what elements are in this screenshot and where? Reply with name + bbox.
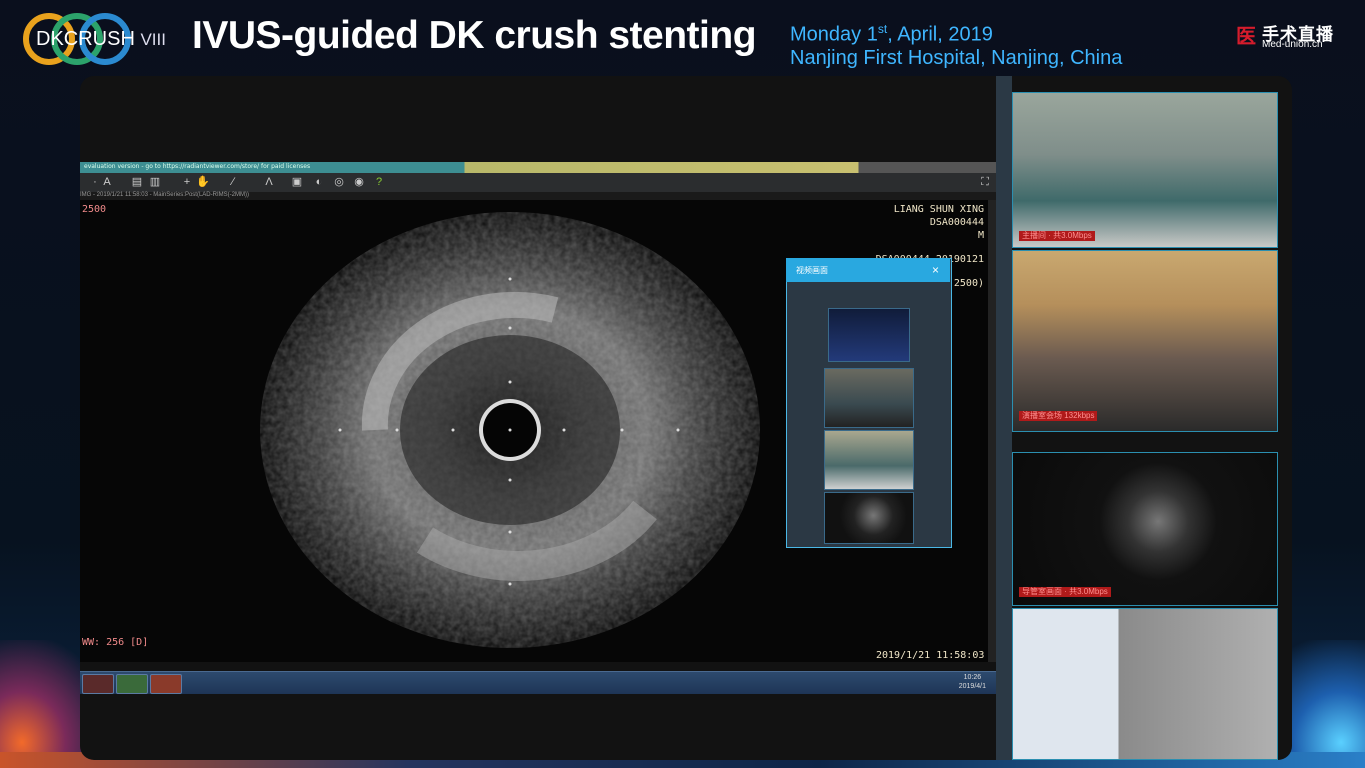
event-date: Monday 1st, April, 2019 xyxy=(790,18,1122,47)
event-date-rest: , April, 2019 xyxy=(887,23,993,46)
globe-tool-icon[interactable]: ◉ xyxy=(352,176,366,189)
close-icon[interactable]: × xyxy=(932,263,939,277)
study-number: 2500) xyxy=(953,278,984,289)
event-date-day: Monday 1 xyxy=(790,23,878,46)
measure-tool-icon[interactable]: ∕ xyxy=(226,176,240,189)
event-info: Monday 1st, April, 2019 Nanjing First Ho… xyxy=(790,18,1122,70)
live-feed-angiography[interactable] xyxy=(1012,608,1278,760)
video-thumbnail-1[interactable] xyxy=(828,308,910,362)
viewer-titlebar-text: evaluation version - go to https://radia… xyxy=(84,163,311,170)
video-thumbnail-3[interactable] xyxy=(824,430,914,490)
logo-text: DKCRUSH VIII xyxy=(36,28,166,51)
page-title: IVUS-guided DK crush stenting xyxy=(192,14,757,57)
window-width-label: WW: 256 [D] xyxy=(82,637,149,648)
logo-sub-text: VIII xyxy=(140,30,166,49)
viewer-scrollbar[interactable] xyxy=(988,200,996,662)
taskbar-powerpoint-icon[interactable] xyxy=(150,674,182,694)
brand-mark-icon: 医 xyxy=(1236,26,1256,48)
video-thumbnail-2[interactable] xyxy=(824,368,914,428)
help-tool-icon[interactable]: ? xyxy=(372,176,386,189)
probe-tool-icon[interactable]: Λ xyxy=(262,176,276,189)
feed-label-studio: 演播室会场 132kbps xyxy=(1019,411,1098,421)
event-location: Nanjing First Hospital, Nanjing, China xyxy=(790,46,1123,69)
feed-label-meeting-room: 主播间 · 共3.0Mbps xyxy=(1019,231,1095,241)
feed-label-cath-lab: 导管室画面 · 共3.0Mbps xyxy=(1019,587,1111,597)
patient-name: LIANG SHUN XING xyxy=(893,204,984,215)
viewer-infobar: IMG - 2019/1/21 11:58:03 - MainSeries:Po… xyxy=(80,192,996,200)
tray-date: 2019/4/1 xyxy=(958,683,986,690)
system-tray-clock[interactable]: 10:26 2019/4/1 xyxy=(959,673,986,691)
taskbar-app-1-icon[interactable] xyxy=(82,674,114,694)
hand-tool-icon[interactable]: ✋ xyxy=(196,176,210,189)
video-thumbnail-4[interactable] xyxy=(824,492,914,544)
brand-url: Med-union.cn xyxy=(1262,39,1323,50)
event-date-suffix: st xyxy=(877,22,888,36)
video-popup-title: 视频画面 xyxy=(796,266,828,275)
taskbar-app-2-icon[interactable] xyxy=(116,674,148,694)
fullscreen-icon[interactable]: ⛶ xyxy=(978,176,992,189)
text-tool-icon[interactable]: A xyxy=(100,176,114,189)
frame-label: 2500 xyxy=(82,204,107,215)
logo-main-text: DKCRUSH xyxy=(36,28,135,50)
image-timestamp: 2019/1/21 11:58:03 xyxy=(876,650,985,661)
tray-time: 10:26 xyxy=(963,674,982,681)
settings-tool-icon[interactable]: ◎ xyxy=(332,176,346,189)
live-feed-meeting-room[interactable]: 主播间 · 共3.0Mbps xyxy=(1012,92,1278,248)
viewer-toolbar: · A ▤ ▥ + ✋ ∕ Λ ▣ ◐ ◎ ◉ ? ⛶ xyxy=(80,173,996,193)
paste-tool-icon[interactable]: ▥ xyxy=(148,176,162,189)
patient-sex: M xyxy=(977,230,984,241)
windows-taskbar: 10:26 2019/4/1 xyxy=(80,671,996,694)
patient-id: DSA000444 xyxy=(929,217,984,228)
live-feed-studio[interactable]: 演播室会场 132kbps xyxy=(1012,250,1278,432)
viewer-titlebar[interactable]: evaluation version - go to https://radia… xyxy=(80,162,996,173)
ivus-cross-section-image xyxy=(260,212,760,648)
camera-tool-icon[interactable]: ▣ xyxy=(290,176,304,189)
cine-tool-icon[interactable]: ◐ xyxy=(312,176,326,189)
page-tool-icon[interactable]: ▤ xyxy=(130,176,144,189)
crosshair-tool-icon[interactable]: + xyxy=(180,176,194,189)
live-feed-cath-lab-ivus[interactable]: 导管室画面 · 共3.0Mbps xyxy=(1012,452,1278,606)
frame-divider xyxy=(996,76,1012,760)
